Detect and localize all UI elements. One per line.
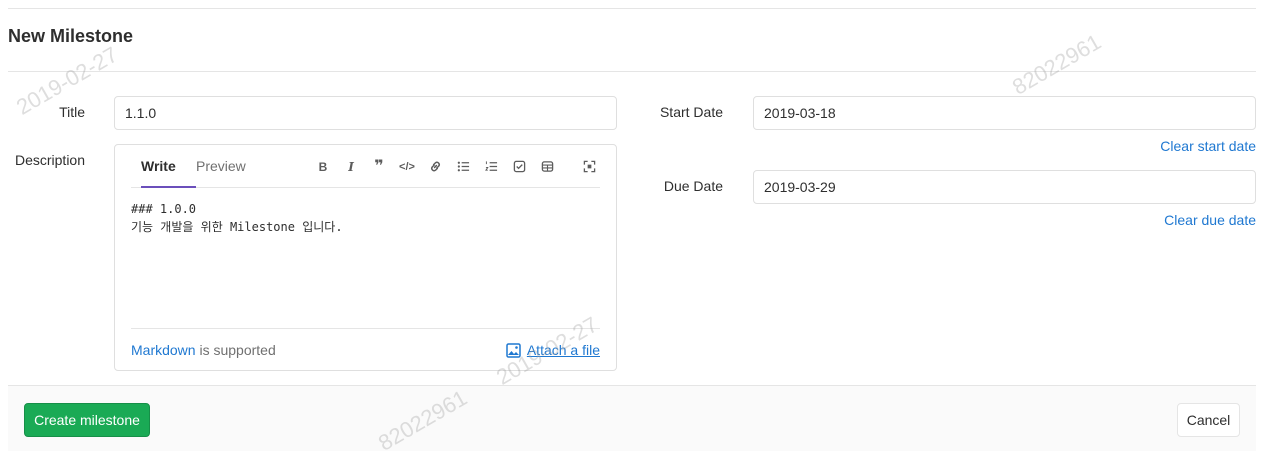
page-title: New Milestone <box>8 26 134 46</box>
due-date-input[interactable] <box>753 170 1256 204</box>
editor-footer: Markdown is supported Attach a file <box>131 328 600 370</box>
attach-label: Attach a file <box>526 342 600 358</box>
top-divider <box>8 8 1256 9</box>
create-milestone-button[interactable]: Create milestone <box>24 403 150 437</box>
description-editor: Write Preview B I ❞ </> ### 1.0.0 기능 개발을… <box>114 144 617 371</box>
code-icon[interactable]: </> <box>396 157 418 177</box>
form-actions: Create milestone Cancel <box>8 385 1256 451</box>
clear-start-date-link[interactable]: Clear start date <box>1160 138 1256 154</box>
markdown-link[interactable]: Markdown <box>131 342 196 358</box>
bold-icon[interactable]: B <box>312 157 334 177</box>
markdown-note: Markdown is supported <box>131 342 276 358</box>
cancel-button[interactable]: Cancel <box>1177 403 1240 437</box>
start-date-input[interactable] <box>753 96 1256 130</box>
markdown-suffix: is supported <box>195 342 276 358</box>
table-icon[interactable] <box>536 157 558 177</box>
clear-due-date-link[interactable]: Clear due date <box>1164 212 1256 228</box>
link-icon[interactable] <box>424 157 446 177</box>
start-date-label: Start Date <box>659 104 723 120</box>
description-textarea[interactable]: ### 1.0.0 기능 개발을 위한 Milestone 입니다. <box>131 200 600 236</box>
bullet-list-icon[interactable] <box>452 157 474 177</box>
editor-tabs: Write Preview B I ❞ </> <box>131 145 600 188</box>
fullscreen-icon[interactable] <box>578 157 600 177</box>
title-label: Title <box>59 104 85 120</box>
task-list-icon[interactable] <box>508 157 530 177</box>
attach-file-button[interactable]: Attach a file <box>506 342 600 358</box>
new-milestone-page: New Milestone Title Description Write Pr… <box>0 0 1272 461</box>
title-divider <box>8 71 1256 72</box>
title-input[interactable] <box>114 96 617 130</box>
quote-icon[interactable]: ❞ <box>368 157 390 177</box>
tab-preview[interactable]: Preview <box>196 158 246 186</box>
tab-write[interactable]: Write <box>141 158 196 188</box>
description-label: Description <box>14 152 85 168</box>
numbered-list-icon[interactable] <box>480 157 502 177</box>
watermark-id: 82022961 <box>1008 29 1106 100</box>
italic-icon[interactable]: I <box>340 157 362 177</box>
due-date-label: Due Date <box>663 178 723 194</box>
image-icon <box>506 342 521 358</box>
